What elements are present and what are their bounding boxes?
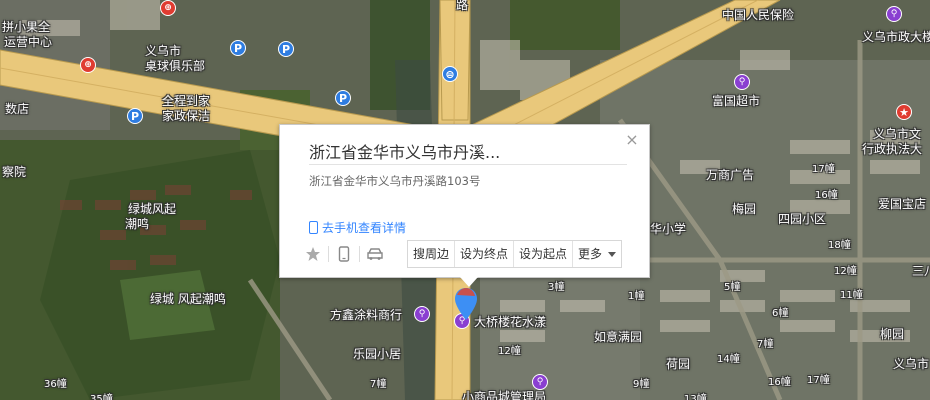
bus-stop-icon[interactable]: ⊜ xyxy=(442,66,458,82)
map-label-paint-shop[interactable]: 方鑫涂料商行 xyxy=(330,306,402,323)
office-poi-icon[interactable]: ⚲ xyxy=(886,6,902,22)
popup-action-group: 搜周边 设为终点 设为起点 更多 xyxy=(407,240,623,268)
map-label-cleaning[interactable]: 家政保洁 xyxy=(162,107,210,124)
set-origin-button[interactable]: 设为起点 xyxy=(514,241,574,267)
building-label: 7幢 xyxy=(757,339,774,350)
building-label: 36幢 xyxy=(44,379,67,390)
view-on-phone-link[interactable]: 去手机查看详情 xyxy=(309,219,406,236)
building-label: 18幢 xyxy=(828,240,851,251)
building-label: 12幢 xyxy=(834,266,857,277)
supermarket-icon[interactable]: ⚲ xyxy=(734,74,750,90)
map-label-siyuan[interactable]: 四园小区 xyxy=(778,210,826,227)
send-to-phone-icon[interactable] xyxy=(329,240,359,268)
shop-poi-icon[interactable]: ⚲ xyxy=(532,374,548,390)
map-label-meiyuan[interactable]: 梅园 xyxy=(732,200,756,217)
map-label-greentown-2[interactable]: 潮鸣 xyxy=(125,215,149,232)
map-label-billiards[interactable]: 桌球俱乐部 xyxy=(145,57,205,74)
set-destination-button[interactable]: 设为终点 xyxy=(455,241,515,267)
search-nearby-button[interactable]: 搜周边 xyxy=(408,241,456,267)
map-label-primary-school[interactable]: 华小学 xyxy=(650,220,686,237)
building-label: 6幢 xyxy=(772,308,789,319)
road-label: 路 xyxy=(456,0,469,12)
parking-icon[interactable]: P xyxy=(230,40,246,56)
map-label-aiguobao[interactable]: 爱国宝店 xyxy=(878,195,926,212)
map-label-liuyuan[interactable]: 柳园 xyxy=(880,325,904,342)
building-label: 17幢 xyxy=(812,164,835,175)
view-on-phone-label: 去手机查看详情 xyxy=(322,221,407,235)
restaurant-poi-icon[interactable]: ⊕ xyxy=(160,0,176,16)
map-label-ops-center[interactable]: 运营中心 xyxy=(4,33,52,50)
building-label: 17幢 xyxy=(807,375,830,386)
map-label-shop[interactable]: 数店 xyxy=(5,100,29,117)
map-label-procuratorate[interactable]: 察院 xyxy=(2,163,26,180)
building-label: 7幢 xyxy=(370,379,387,390)
map-label-leyuan[interactable]: 乐园小居 xyxy=(353,345,401,362)
building-label: 12幢 xyxy=(498,346,521,357)
popup-address: 浙江省金华市义乌市丹溪路103号 xyxy=(309,174,481,188)
map-label-heyuan[interactable]: 荷园 xyxy=(666,355,690,372)
map-label-sanba[interactable]: 三八 xyxy=(912,262,930,279)
map-label-picc[interactable]: 中国人民保险 xyxy=(722,6,794,23)
map-label-greentown-main[interactable]: 绿城 风起潮鸣 xyxy=(150,290,226,307)
shop-poi-icon[interactable]: ⚲ xyxy=(414,306,430,322)
building-label: 14幢 xyxy=(717,354,740,365)
map-label-enforcement[interactable]: 行政执法大 xyxy=(862,140,922,157)
map-label-fuguo-market[interactable]: 富国超市 xyxy=(712,92,760,109)
popup-title: 浙江省金华市义乌市丹溪... xyxy=(309,139,627,165)
parking-icon[interactable]: P xyxy=(278,41,294,57)
map-label-gov-building[interactable]: 义乌市政大楼 xyxy=(862,28,930,45)
building-label: 35幢 xyxy=(90,394,113,400)
favorite-star-icon[interactable] xyxy=(298,240,328,268)
place-info-popup: 浙江省金华市义乌市丹溪... × 浙江省金华市义乌市丹溪路103号 去手机查看详… xyxy=(279,124,650,287)
building-label: 13幢 xyxy=(684,394,707,400)
map-label-ruyi[interactable]: 如意满园 xyxy=(594,328,642,345)
building-label: 11幢 xyxy=(840,290,863,301)
map-label-wanshang[interactable]: 万商广告 xyxy=(706,166,754,183)
more-label: 更多 xyxy=(578,247,603,261)
building-label: 5幢 xyxy=(724,282,741,293)
government-star-icon[interactable]: ★ xyxy=(896,104,912,120)
building-label: 1幢 xyxy=(628,291,645,302)
building-label: 16幢 xyxy=(768,377,791,388)
building-label: 3幢 xyxy=(548,282,565,293)
more-dropdown-button[interactable]: 更多 xyxy=(573,241,621,267)
map-label-bridge-residence[interactable]: 大桥楼花水漾 xyxy=(474,313,546,330)
building-label: 16幢 xyxy=(815,190,838,201)
map-label-yiwu-east[interactable]: 义乌市 xyxy=(893,355,929,372)
phone-icon xyxy=(309,221,318,234)
parking-icon[interactable]: P xyxy=(335,90,351,106)
map-label-commodity-bureau[interactable]: 小商品城管理局 xyxy=(462,388,546,400)
chevron-down-icon xyxy=(608,252,617,257)
close-icon[interactable]: × xyxy=(625,132,639,148)
building-label: 9幢 xyxy=(633,379,650,390)
restaurant-poi-icon[interactable]: ⊕ xyxy=(80,57,96,73)
send-to-car-icon[interactable] xyxy=(360,240,390,268)
location-pin-icon[interactable] xyxy=(454,287,478,321)
parking-icon[interactable]: P xyxy=(127,108,143,124)
